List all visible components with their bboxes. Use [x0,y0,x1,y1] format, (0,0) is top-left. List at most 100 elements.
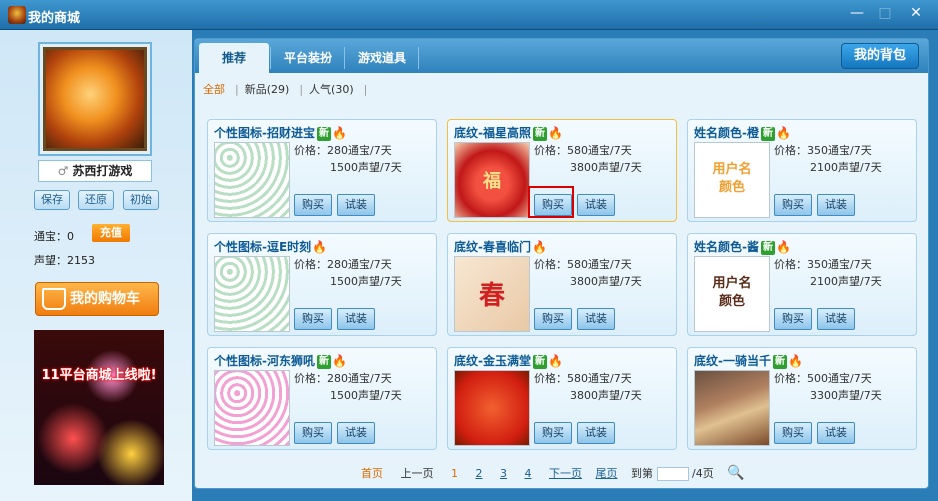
product-price: 价格：350通宝/7天 2100声望/7天 [774,142,882,176]
try-on-button[interactable]: 试装 [577,194,615,216]
product-thumbnail[interactable]: 用户名 颜色 [694,256,770,332]
product-thumbnail[interactable] [214,142,290,218]
filter-new[interactable]: 新品(29) [245,83,290,96]
product-title: 姓名颜色-橙新 🔥 [694,124,791,141]
product-thumbnail[interactable] [694,370,770,446]
buy-button[interactable]: 购买 [774,422,812,444]
thumbnail-text: 春 [478,281,505,311]
window-title: 我的商城 [28,11,81,26]
last-page-link[interactable]: 尾页 [596,467,618,480]
product-thumbnail[interactable]: 福 [454,142,530,218]
first-page-link[interactable]: 首页 [361,467,383,480]
price-fame: 1500声望/7天 [330,275,402,288]
product-price: 价格：580通宝/7天 3800声望/7天 [534,256,642,290]
fame-label: 声望：2153 [34,254,95,267]
prev-page-link[interactable]: 上一页 [401,467,434,480]
price-fame: 1500声望/7天 [330,389,402,402]
price-coins: 价格：500通宝/7天 [774,372,872,385]
product-price: 价格：280通宝/7天 1500声望/7天 [294,142,402,176]
new-badge: 新 [316,355,331,369]
filter-divider: | [235,83,239,96]
product-thumbnail[interactable] [214,256,290,332]
next-page-link[interactable]: 下一页 [549,467,582,480]
product-card[interactable]: 姓名颜色-橙新 🔥 用户名 颜色 价格：350通宝/7天 2100声望/7天 购买 … [687,119,917,222]
buy-button[interactable]: 购买 [774,194,812,216]
try-on-button[interactable]: 试装 [577,422,615,444]
tab-recommend[interactable]: 推荐 [199,43,269,73]
promo-banner[interactable]: 11平台商城上线啦! [34,330,164,485]
page-number[interactable]: 3 [500,467,507,480]
product-price: 价格：500通宝/7天 3300声望/7天 [774,370,882,404]
try-on-button[interactable]: 试装 [817,422,855,444]
product-title-text: 底纹-春喜临门 [454,240,531,254]
price-fame: 1500声望/7天 [330,161,402,174]
page-number[interactable]: 4 [525,467,532,480]
new-badge: 新 [532,355,547,369]
filter-divider: | [363,83,368,96]
product-card[interactable]: 个性图标-河东狮吼新 🔥 价格：280通宝/7天 1500声望/7天 购买 试装 [207,347,437,450]
page-number[interactable]: 1 [451,467,458,480]
hot-flame-icon: 🔥 [775,126,791,140]
hot-flame-icon: 🔥 [531,240,547,254]
product-title-text: 个性图标-逗E时刻 [214,240,312,254]
product-card[interactable]: 底纹-金玉满堂新 🔥 价格：580通宝/7天 3800声望/7天 购买 试装 [447,347,677,450]
avatar-frame [38,42,152,156]
filter-popular[interactable]: 人气(30) [309,83,354,96]
product-price: 价格：580通宝/7天 3800声望/7天 [534,370,642,404]
hot-flame-icon: 🔥 [775,240,791,254]
pagination: 首页 上一页 1 2 3 4 下一页 尾页 到第 /4页 🔍 [361,465,745,481]
goto-label: 到第 [631,467,653,480]
tab-divider [270,47,271,69]
try-on-button[interactable]: 试装 [577,308,615,330]
buy-button[interactable]: 购买 [294,422,332,444]
hot-flame-icon: 🔥 [547,126,563,140]
tab-divider [418,47,419,69]
buy-button[interactable]: 购买 [774,308,812,330]
minimize-button[interactable]: — [845,3,869,23]
product-card[interactable]: 姓名颜色-酱新 🔥 用户名 颜色 价格：350通宝/7天 2100声望/7天 购买 … [687,233,917,336]
gender-icon: ♂ [57,164,69,178]
close-button[interactable]: ✕ [904,3,928,23]
tab-platform-decor[interactable]: 平台装扮 [273,43,343,73]
shopping-cart-button[interactable]: 我的购物车 [35,282,159,316]
product-card[interactable]: 底纹-春喜临门🔥 春 价格：580通宝/7天 3800声望/7天 购买 试装 [447,233,677,336]
hot-flame-icon: 🔥 [547,354,563,368]
try-on-button[interactable]: 试装 [817,308,855,330]
price-fame: 2100声望/7天 [810,275,882,288]
reset-button[interactable]: 初始 [123,190,159,210]
price-coins: 价格：350通宝/7天 [774,144,872,157]
save-button[interactable]: 保存 [34,190,70,210]
username: 苏西打游戏 [72,164,133,178]
product-price: 价格：280通宝/7天 1500声望/7天 [294,256,402,290]
price-fame: 3300声望/7天 [810,389,882,402]
buy-button[interactable]: 购买 [294,308,332,330]
buy-button[interactable]: 购买 [294,194,332,216]
try-on-button[interactable]: 试装 [817,194,855,216]
recharge-button[interactable]: 充值 [92,224,130,242]
product-card[interactable]: 个性图标-招财进宝新 🔥 价格：280通宝/7天 1500声望/7天 购买 试装 [207,119,437,222]
page-number[interactable]: 2 [476,467,483,480]
page-number-input[interactable] [656,467,689,481]
product-price: 价格：280通宝/7天 1500声望/7天 [294,370,402,404]
buy-button[interactable]: 购买 [534,422,572,444]
filter-all[interactable]: 全部 [203,83,225,96]
product-thumbnail[interactable]: 春 [454,256,530,332]
product-thumbnail[interactable]: 用户名 颜色 [694,142,770,218]
search-icon[interactable]: 🔍 [727,465,744,481]
try-on-button[interactable]: 试装 [337,308,375,330]
try-on-button[interactable]: 试装 [337,422,375,444]
product-title-text: 底纹-福星高照 [454,126,531,140]
my-bag-button[interactable]: 我的背包 [841,43,919,69]
product-thumbnail[interactable] [454,370,530,446]
product-card[interactable]: 底纹-福星高照新 🔥 福 价格：580通宝/7天 3800声望/7天 购买 试装 [447,119,677,222]
product-thumbnail[interactable] [214,370,290,446]
buy-button[interactable]: 购买 [534,308,572,330]
coins-label: 通宝：0 [34,230,74,243]
tab-game-items[interactable]: 游戏道具 [347,43,417,73]
product-title-text: 底纹-一骑当千 [694,354,771,368]
try-on-button[interactable]: 试装 [337,194,375,216]
restore-button[interactable]: 还原 [78,190,114,210]
maximize-button[interactable]: □ [873,3,897,23]
product-card[interactable]: 底纹-一骑当千新 🔥 价格：500通宝/7天 3300声望/7天 购买 试装 [687,347,917,450]
product-card[interactable]: 个性图标-逗E时刻🔥 价格：280通宝/7天 1500声望/7天 购买 试装 [207,233,437,336]
